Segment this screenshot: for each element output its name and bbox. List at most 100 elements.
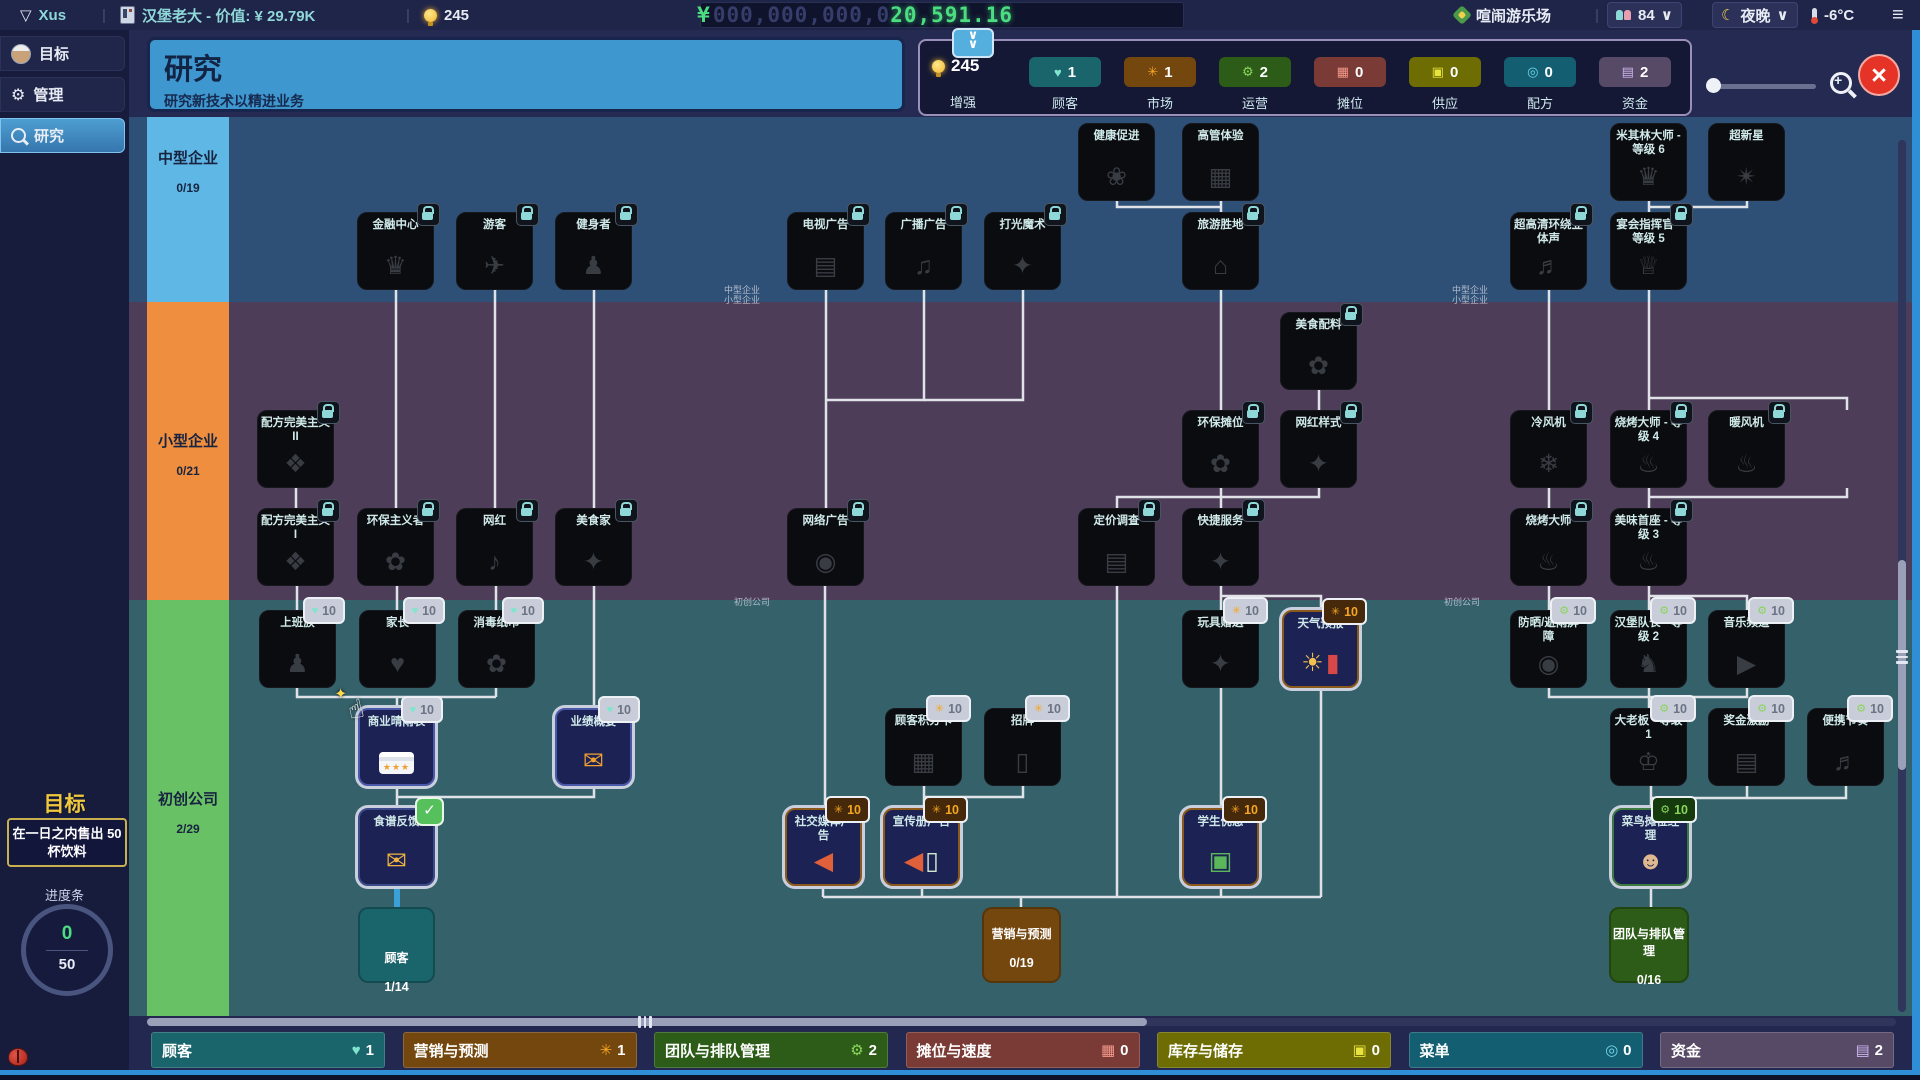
- node-glyph: ◀: [904, 849, 923, 874]
- population-dropdown[interactable]: 84 ∨: [1607, 2, 1682, 28]
- tech-node[interactable]: 美食配料✿: [1280, 312, 1357, 390]
- lock-icon: [615, 203, 638, 226]
- tech-node[interactable]: 玩具赠送✦✳10: [1182, 610, 1259, 688]
- node-icon: ★★★: [360, 752, 433, 774]
- business-summary[interactable]: 汉堡老大 - 价值: ¥ 29.79K: [120, 0, 315, 30]
- tech-node[interactable]: 上班族♟♥10: [259, 610, 336, 688]
- game-logo[interactable]: ▽ Xus: [20, 0, 66, 30]
- tab-count: 2: [869, 1042, 877, 1059]
- tech-node[interactable]: 商业晴雨表★★★♥10: [358, 708, 435, 786]
- tech-node[interactable]: 便携节奏♬⚙10: [1807, 708, 1884, 786]
- zoom-slider-track[interactable]: [1706, 84, 1816, 89]
- zoom-in-icon[interactable]: [1830, 72, 1852, 94]
- time-of-day-dropdown[interactable]: ☾ 夜晚 ∨: [1712, 2, 1798, 28]
- sidebar-item-research[interactable]: 研究: [0, 118, 125, 153]
- lock-icon: [1242, 499, 1265, 522]
- tech-node[interactable]: 环保摊位✿: [1182, 410, 1259, 488]
- tech-node[interactable]: 配方完美主义 II❖: [257, 410, 334, 488]
- tech-node[interactable]: 招牌▯✳10: [984, 708, 1061, 786]
- bottom-tab-market[interactable]: 营销与预测✳1: [403, 1032, 637, 1068]
- lock-icon: [847, 499, 870, 522]
- tech-node[interactable]: 顾客积分卡▦✳10: [885, 708, 962, 786]
- bug-report-icon[interactable]: [8, 1048, 28, 1066]
- tech-node[interactable]: 打光魔术✦: [984, 212, 1061, 290]
- menu-button[interactable]: ≡: [1892, 0, 1904, 30]
- tech-node[interactable]: 健身者♟: [555, 212, 632, 290]
- temperature-value: -6°C: [1824, 7, 1854, 24]
- tech-node[interactable]: 宴会指挥官 - 等级 5♕: [1610, 212, 1687, 290]
- node-glyph: ☻: [1637, 849, 1663, 874]
- tech-node[interactable]: 米其林大师 - 等级 6♛: [1610, 123, 1687, 201]
- tech-node[interactable]: 大老板 - 等级 1♔⚙10: [1610, 708, 1687, 786]
- tech-node[interactable]: 冷风机❄: [1510, 410, 1587, 488]
- tech-node[interactable]: 消毒纸巾✿♥10: [458, 610, 535, 688]
- tech-node[interactable]: 奖金激励▤⚙10: [1708, 708, 1785, 786]
- customers-icon: ♥: [352, 1042, 361, 1059]
- tech-node[interactable]: 社交媒体广告◀✳10: [785, 808, 862, 886]
- category-node[interactable]: 营销与预测0/19: [982, 907, 1061, 983]
- tech-node[interactable]: 电视广告▤: [787, 212, 864, 290]
- bottom-tab-recipe[interactable]: 菜单◎0: [1409, 1032, 1643, 1068]
- zoom-slider-knob[interactable]: [1706, 78, 1721, 93]
- tech-node[interactable]: 网红♪: [456, 508, 533, 586]
- tech-node[interactable]: 环保主义者✿: [357, 508, 434, 586]
- tech-node[interactable]: 配方完美主义 I❖: [257, 508, 334, 586]
- bottom-tab-operations[interactable]: 团队与排队管理⚙2: [654, 1032, 888, 1068]
- tech-node[interactable]: 宣传册广告◀▯✳10: [883, 808, 960, 886]
- node-glyph: ♨: [1637, 452, 1659, 477]
- bottom-tab-customers[interactable]: 顾客♥1: [151, 1032, 385, 1068]
- boost-label: 增强: [928, 92, 998, 111]
- tech-node[interactable]: 菜鸟摊位经理☻⚙10: [1612, 808, 1689, 886]
- tech-node[interactable]: 食谱反馈✉✓: [358, 808, 435, 886]
- vertical-scrollbar-thumb[interactable]: [1898, 560, 1906, 770]
- tech-node[interactable]: 网络广告◉: [787, 508, 864, 586]
- tech-node[interactable]: 汉堡队长 - 等级 2♞⚙10: [1610, 610, 1687, 688]
- sidebar-item-management[interactable]: ⚙ 管理: [0, 77, 125, 112]
- tech-node[interactable]: 音乐频道▶⚙10: [1708, 610, 1785, 688]
- hamburger-icon: ≡: [1892, 4, 1904, 27]
- node-glyph: ♕: [1637, 254, 1659, 279]
- bottom-tab-stall[interactable]: 摊位与速度▦0: [906, 1032, 1140, 1068]
- tech-node[interactable]: 防晒/避雨屏障◉⚙10: [1510, 610, 1587, 688]
- tab-count: 2: [1875, 1042, 1883, 1059]
- tech-node[interactable]: 健康促进❀: [1078, 123, 1155, 201]
- population-value: 84: [1638, 7, 1655, 24]
- tech-node[interactable]: 金融中心♛: [357, 212, 434, 290]
- node-title: 健康促进: [1082, 129, 1151, 143]
- tech-node[interactable]: 旅游胜地⌂: [1182, 212, 1259, 290]
- category-node[interactable]: 团队与排队管理0/16: [1609, 907, 1689, 983]
- money-value: 20,591.16: [890, 3, 1013, 27]
- tech-node[interactable]: 美食家✦: [555, 508, 632, 586]
- customers-icon: ♥: [511, 605, 518, 617]
- tech-node[interactable]: 暖风机♨: [1708, 410, 1785, 488]
- location-indicator[interactable]: 喧闹游乐场: [1455, 0, 1551, 30]
- lock-icon: [516, 499, 539, 522]
- tech-node[interactable]: 游客✈: [456, 212, 533, 290]
- tech-node[interactable]: 烧烤大师 - 等级 4♨: [1610, 410, 1687, 488]
- tech-node[interactable]: 美味首座 - 等级 3♨: [1610, 508, 1687, 586]
- tech-node[interactable]: 家长♥♥10: [359, 610, 436, 688]
- tech-node[interactable]: 高管体验▦: [1182, 123, 1259, 201]
- sidebar-item-goals[interactable]: 目标: [0, 36, 125, 71]
- collapse-button[interactable]: ∨∨: [952, 28, 994, 58]
- bottom-tab-supply[interactable]: 库存与储存▣0: [1157, 1032, 1391, 1068]
- category-node[interactable]: 顾客1/14: [358, 907, 435, 983]
- close-button[interactable]: ×: [1858, 54, 1900, 96]
- lock-icon: [1570, 401, 1593, 424]
- tech-node[interactable]: 超新星✴: [1708, 123, 1785, 201]
- node-icon: ◉: [788, 550, 863, 575]
- bottom-tab-funds[interactable]: 资金▤2: [1660, 1032, 1894, 1068]
- cost-badge: ✳10: [1025, 695, 1070, 722]
- node-glyph: ▤: [1105, 550, 1129, 575]
- tech-node[interactable]: 学生优惠▣✳10: [1182, 808, 1259, 886]
- tech-node[interactable]: 超高清环绕立体声♬: [1510, 212, 1587, 290]
- tech-node[interactable]: 定价调查▤: [1078, 508, 1155, 586]
- tech-node[interactable]: 业绩概要✉♥10: [555, 708, 632, 786]
- tech-node[interactable]: 烧烤大师♨: [1510, 508, 1587, 586]
- cost-badge: ✳10: [1322, 598, 1367, 625]
- tech-node[interactable]: 快捷服务✦: [1182, 508, 1259, 586]
- tab-count: 0: [1120, 1042, 1128, 1059]
- tech-node[interactable]: 天气预报☀▮✳10: [1282, 610, 1359, 688]
- tech-node[interactable]: 广播广告♫: [885, 212, 962, 290]
- tech-node[interactable]: 网红样式✦: [1280, 410, 1357, 488]
